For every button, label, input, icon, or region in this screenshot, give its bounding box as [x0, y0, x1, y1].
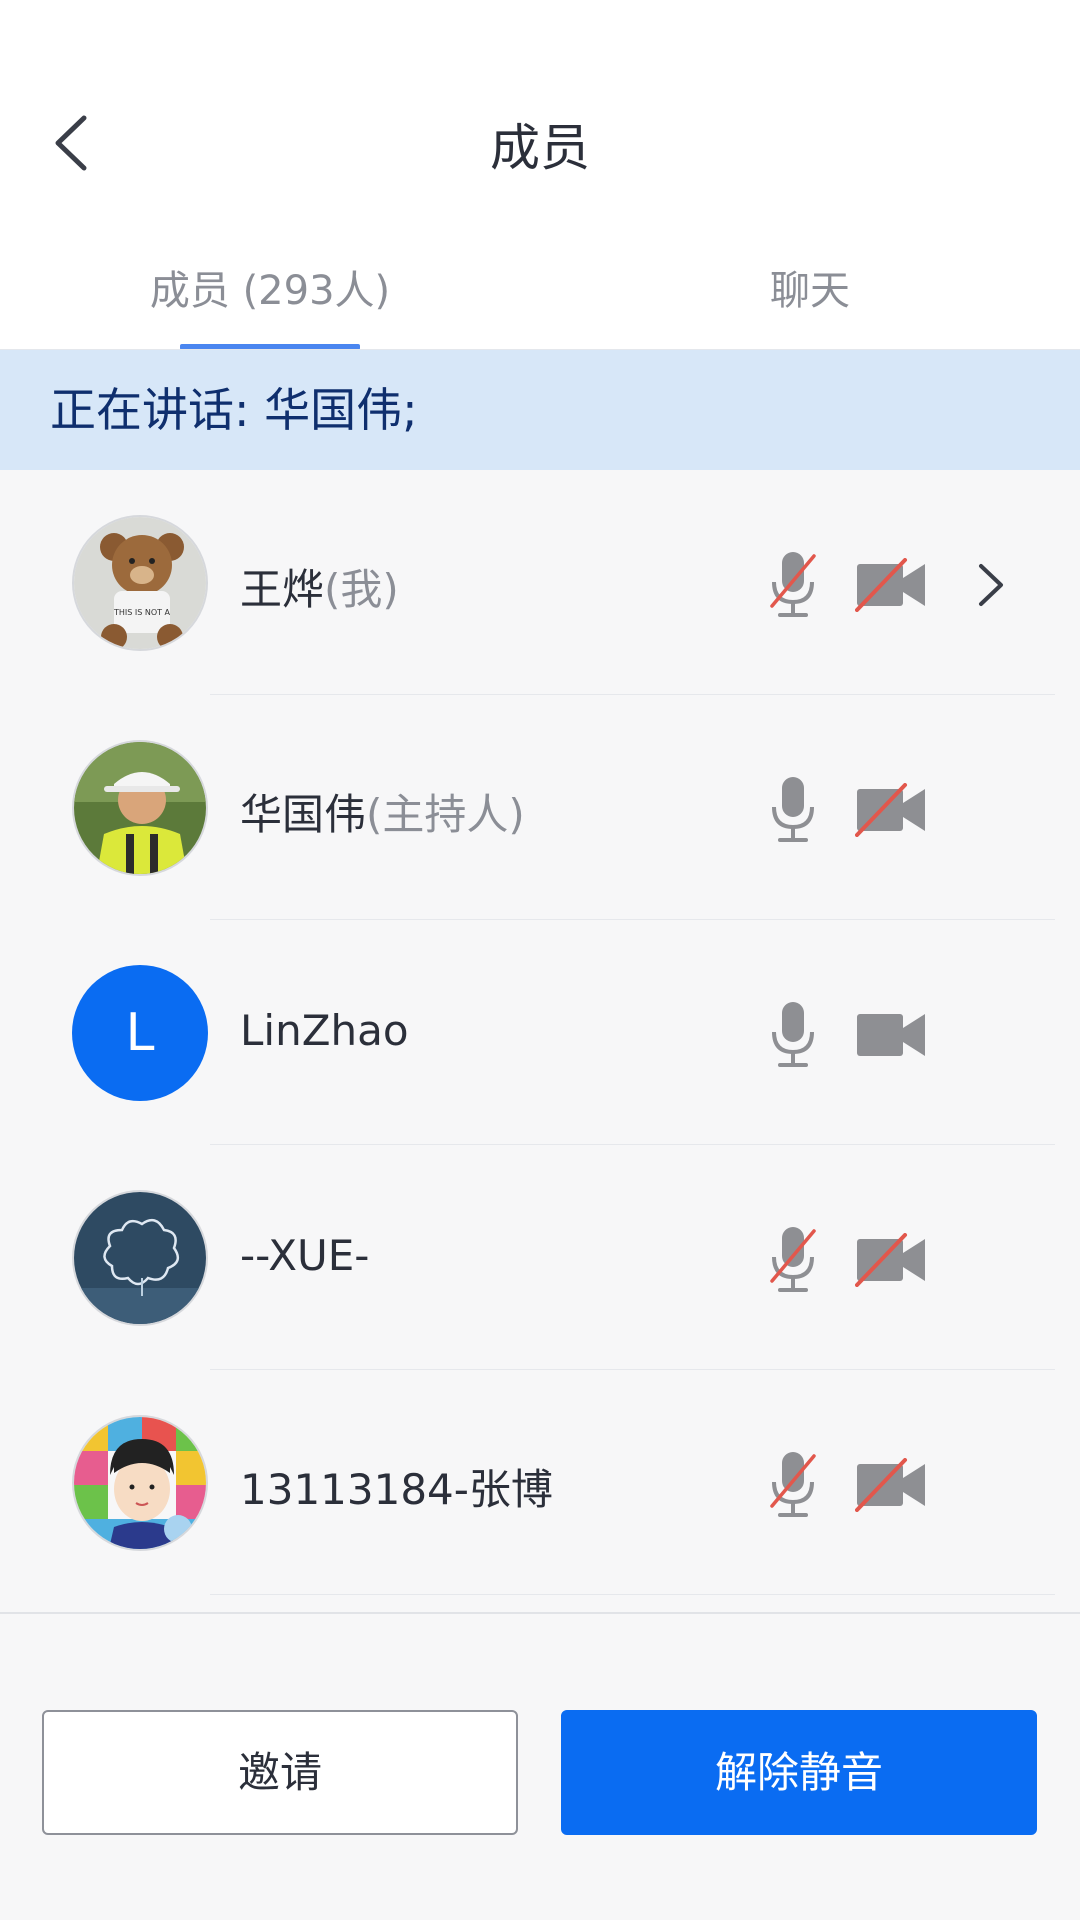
camera-off-icon: [855, 1458, 925, 1512]
camera-toggle[interactable]: [855, 558, 927, 612]
member-name-text: 华国伟: [240, 790, 367, 839]
mic-toggle[interactable]: [768, 1000, 818, 1070]
avatar: [72, 1415, 208, 1551]
svg-text:THIS IS NOT A: THIS IS NOT A: [113, 608, 171, 617]
member-row[interactable]: --XUE-: [0, 1145, 1080, 1370]
member-row[interactable]: L LinZhao: [0, 920, 1080, 1145]
mic-muted-icon: [770, 552, 816, 617]
member-name-text: 王烨: [240, 565, 325, 614]
page-title: 成员: [490, 119, 590, 177]
mic-toggle[interactable]: [768, 550, 818, 620]
camera-toggle[interactable]: [855, 1008, 927, 1062]
member-role: (主持人): [366, 790, 525, 839]
member-role: (我): [324, 565, 399, 614]
member-name: 华国伟(主持人): [240, 781, 525, 842]
mic-muted-icon: [770, 1452, 816, 1517]
tab-members[interactable]: 成员 (293人): [120, 258, 420, 316]
divider: [210, 1594, 1055, 1595]
mic-muted-icon: [770, 1227, 816, 1292]
avatar: [72, 740, 208, 876]
mic-toggle[interactable]: [768, 1225, 818, 1295]
avatar: L: [72, 965, 208, 1101]
member-name: --XUE-: [240, 1231, 369, 1280]
member-name: 王烨(我): [240, 556, 399, 617]
camera-off-icon: [855, 558, 925, 612]
member-row[interactable]: THIS IS NOT A 王烨(我): [0, 470, 1080, 695]
camera-toggle[interactable]: [855, 1458, 927, 1512]
camera-toggle[interactable]: [855, 783, 927, 837]
divider: [0, 1612, 1080, 1614]
unmute-button[interactable]: 解除静音: [561, 1710, 1037, 1835]
member-name-text: 13113184-张博: [240, 1465, 553, 1514]
member-list: THIS IS NOT A 王烨(我) 华国伟(主持人) L LinZhao -…: [0, 470, 1080, 1595]
mic-icon: [772, 777, 814, 842]
member-name-text: LinZhao: [240, 1006, 409, 1055]
camera-off-icon: [855, 783, 925, 837]
member-name: 13113184-张博: [240, 1456, 553, 1517]
chevron-right-icon: [979, 564, 1003, 606]
invite-button[interactable]: 邀请: [42, 1710, 518, 1835]
member-details-button[interactable]: [975, 560, 1005, 610]
mic-toggle[interactable]: [768, 1450, 818, 1520]
mic-icon: [772, 1002, 814, 1067]
speaking-indicator: 正在讲话: 华国伟;: [0, 350, 1080, 470]
member-name: LinZhao: [240, 1006, 409, 1055]
mic-toggle[interactable]: [768, 775, 818, 845]
camera-toggle[interactable]: [855, 1233, 927, 1287]
camera-off-icon: [855, 1233, 925, 1287]
header: 成员 成员 (293人) 聊天: [0, 0, 1080, 350]
member-name-text: --XUE-: [240, 1231, 370, 1280]
member-row[interactable]: 华国伟(主持人): [0, 695, 1080, 920]
member-row[interactable]: 13113184-张博: [0, 1370, 1080, 1595]
avatar: [72, 1190, 208, 1326]
tab-chat[interactable]: 聊天: [700, 258, 920, 316]
avatar: THIS IS NOT A: [72, 515, 208, 651]
camera-icon: [857, 1014, 925, 1056]
